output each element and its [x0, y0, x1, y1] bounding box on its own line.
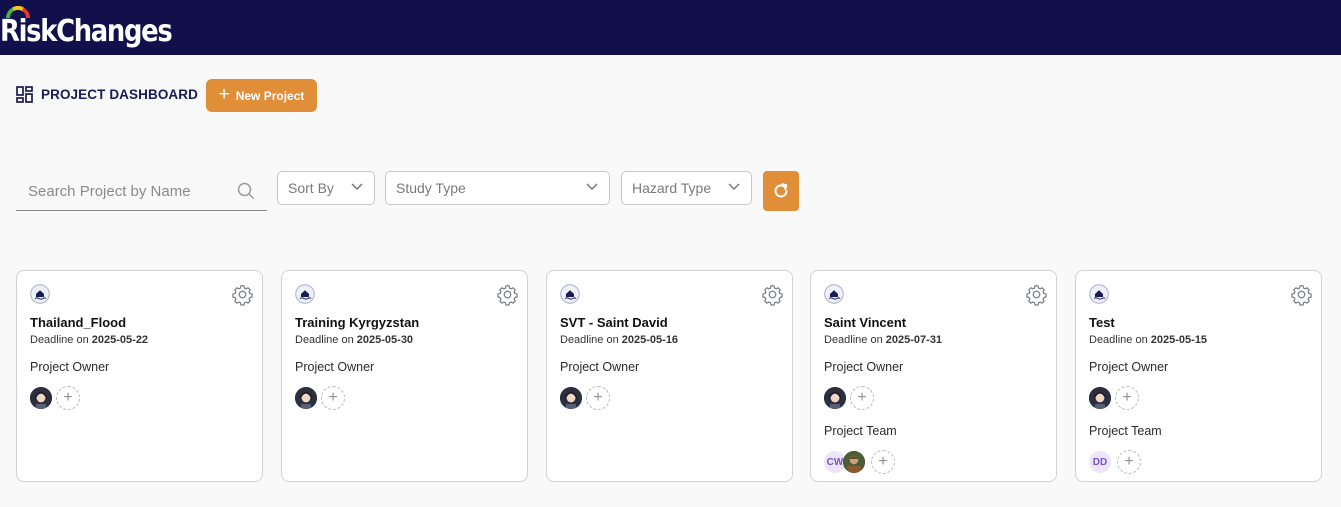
page-title: PROJECT DASHBOARD	[16, 86, 198, 103]
chevron-down-icon	[586, 183, 598, 191]
owner-avatars: +	[1089, 386, 1139, 410]
top-navbar: RiskChanges	[0, 0, 1341, 55]
project-name: Saint Vincent	[824, 315, 907, 330]
add-owner-button[interactable]: +	[850, 386, 874, 410]
project-team-title: Project Team	[824, 424, 897, 438]
settings-gear-icon[interactable]	[231, 283, 254, 311]
page-title-label: PROJECT DASHBOARD	[41, 87, 198, 102]
sort-by-label: Sort By	[288, 180, 334, 196]
project-owner-title: Project Owner	[560, 360, 640, 374]
study-type-icon	[295, 284, 315, 309]
team-avatars: DD +	[1089, 450, 1141, 474]
project-deadline: Deadline on 2025-05-22	[30, 334, 148, 346]
deadline-date: 2025-05-22	[91, 334, 149, 346]
deadline-date: 2025-05-30	[356, 334, 414, 346]
team-member-avatar[interactable]	[843, 451, 865, 473]
settings-gear-icon[interactable]	[496, 283, 519, 311]
add-owner-button[interactable]: +	[586, 386, 610, 410]
study-type-icon	[1089, 284, 1109, 309]
deadline-date: 2025-07-31	[885, 334, 943, 346]
new-project-button[interactable]: + New Project	[206, 79, 317, 112]
study-type-icon	[30, 284, 50, 309]
refresh-icon	[774, 183, 788, 198]
project-deadline: Deadline on 2025-05-15	[1089, 334, 1207, 346]
add-owner-button[interactable]: +	[56, 386, 80, 410]
refresh-button[interactable]	[763, 171, 799, 211]
dashboard-icon	[16, 86, 33, 103]
study-type-label: Study Type	[396, 180, 466, 196]
project-owner-title: Project Owner	[30, 360, 110, 374]
search-field	[16, 172, 267, 211]
avatar[interactable]	[824, 387, 846, 409]
project-deadline: Deadline on 2025-05-30	[295, 334, 413, 346]
deadline-prefix: Deadline on	[295, 334, 354, 346]
settings-gear-icon[interactable]	[1290, 283, 1313, 311]
sort-by-select[interactable]: Sort By	[277, 171, 375, 205]
project-card[interactable]: Test Deadline on 2025-05-15 Project Owner +…	[1075, 270, 1322, 482]
add-owner-button[interactable]: +	[1115, 386, 1139, 410]
project-card[interactable]: Saint Vincent Deadline on 2025-07-31 Proje…	[810, 270, 1057, 482]
project-owner-title: Project Owner	[1089, 360, 1169, 374]
new-project-label: New Project	[235, 88, 305, 103]
owner-avatars: +	[295, 386, 345, 410]
deadline-prefix: Deadline on	[824, 334, 883, 346]
study-type-icon	[824, 284, 844, 309]
owner-avatars: +	[560, 386, 610, 410]
deadline-date: 2025-05-15	[1150, 334, 1208, 346]
project-team-title: Project Team	[1089, 424, 1162, 438]
hazard-type-label: Hazard Type	[632, 180, 712, 196]
project-owner-title: Project Owner	[824, 360, 904, 374]
hazard-type-select[interactable]: Hazard Type	[621, 171, 752, 205]
project-card[interactable]: Thailand_Flood Deadline on 2025-05-22 Proj…	[16, 270, 263, 482]
deadline-prefix: Deadline on	[560, 334, 619, 346]
settings-gear-icon[interactable]	[1025, 283, 1048, 311]
search-input[interactable]	[16, 172, 236, 210]
brand-name: RiskChanges	[0, 14, 173, 49]
add-owner-button[interactable]: +	[321, 386, 345, 410]
team-member-initials[interactable]: DD	[1089, 451, 1111, 473]
project-name: Training Kyrgyzstan	[295, 315, 420, 330]
avatar[interactable]	[30, 387, 52, 409]
chevron-down-icon	[728, 183, 740, 191]
project-owner-title: Project Owner	[295, 360, 375, 374]
settings-gear-icon[interactable]	[761, 283, 784, 311]
deadline-prefix: Deadline on	[30, 334, 89, 346]
add-team-member-button[interactable]: +	[871, 450, 895, 474]
search-icon[interactable]	[237, 182, 255, 200]
deadline-date: 2025-05-16	[621, 334, 679, 346]
study-type-select[interactable]: Study Type	[385, 171, 610, 205]
project-name: SVT - Saint David	[560, 315, 668, 330]
project-name: Thailand_Flood	[30, 315, 127, 330]
team-avatars: CW +	[824, 450, 895, 474]
project-card[interactable]: Training Kyrgyzstan Deadline on 2025-05-3…	[281, 270, 528, 482]
add-team-member-button[interactable]: +	[1117, 450, 1141, 474]
plus-icon: +	[218, 84, 230, 105]
deadline-prefix: Deadline on	[1089, 334, 1148, 346]
owner-avatars: +	[30, 386, 80, 410]
avatar[interactable]	[1089, 387, 1111, 409]
project-card[interactable]: SVT - Saint David Deadline on 2025-05-16 P…	[546, 270, 793, 482]
project-deadline: Deadline on 2025-05-16	[560, 334, 678, 346]
avatar[interactable]	[295, 387, 317, 409]
study-type-icon	[560, 284, 580, 309]
project-deadline: Deadline on 2025-07-31	[824, 334, 942, 346]
avatar[interactable]	[560, 387, 582, 409]
chevron-down-icon	[351, 183, 363, 191]
owner-avatars: +	[824, 386, 874, 410]
project-name: Test	[1089, 315, 1115, 330]
